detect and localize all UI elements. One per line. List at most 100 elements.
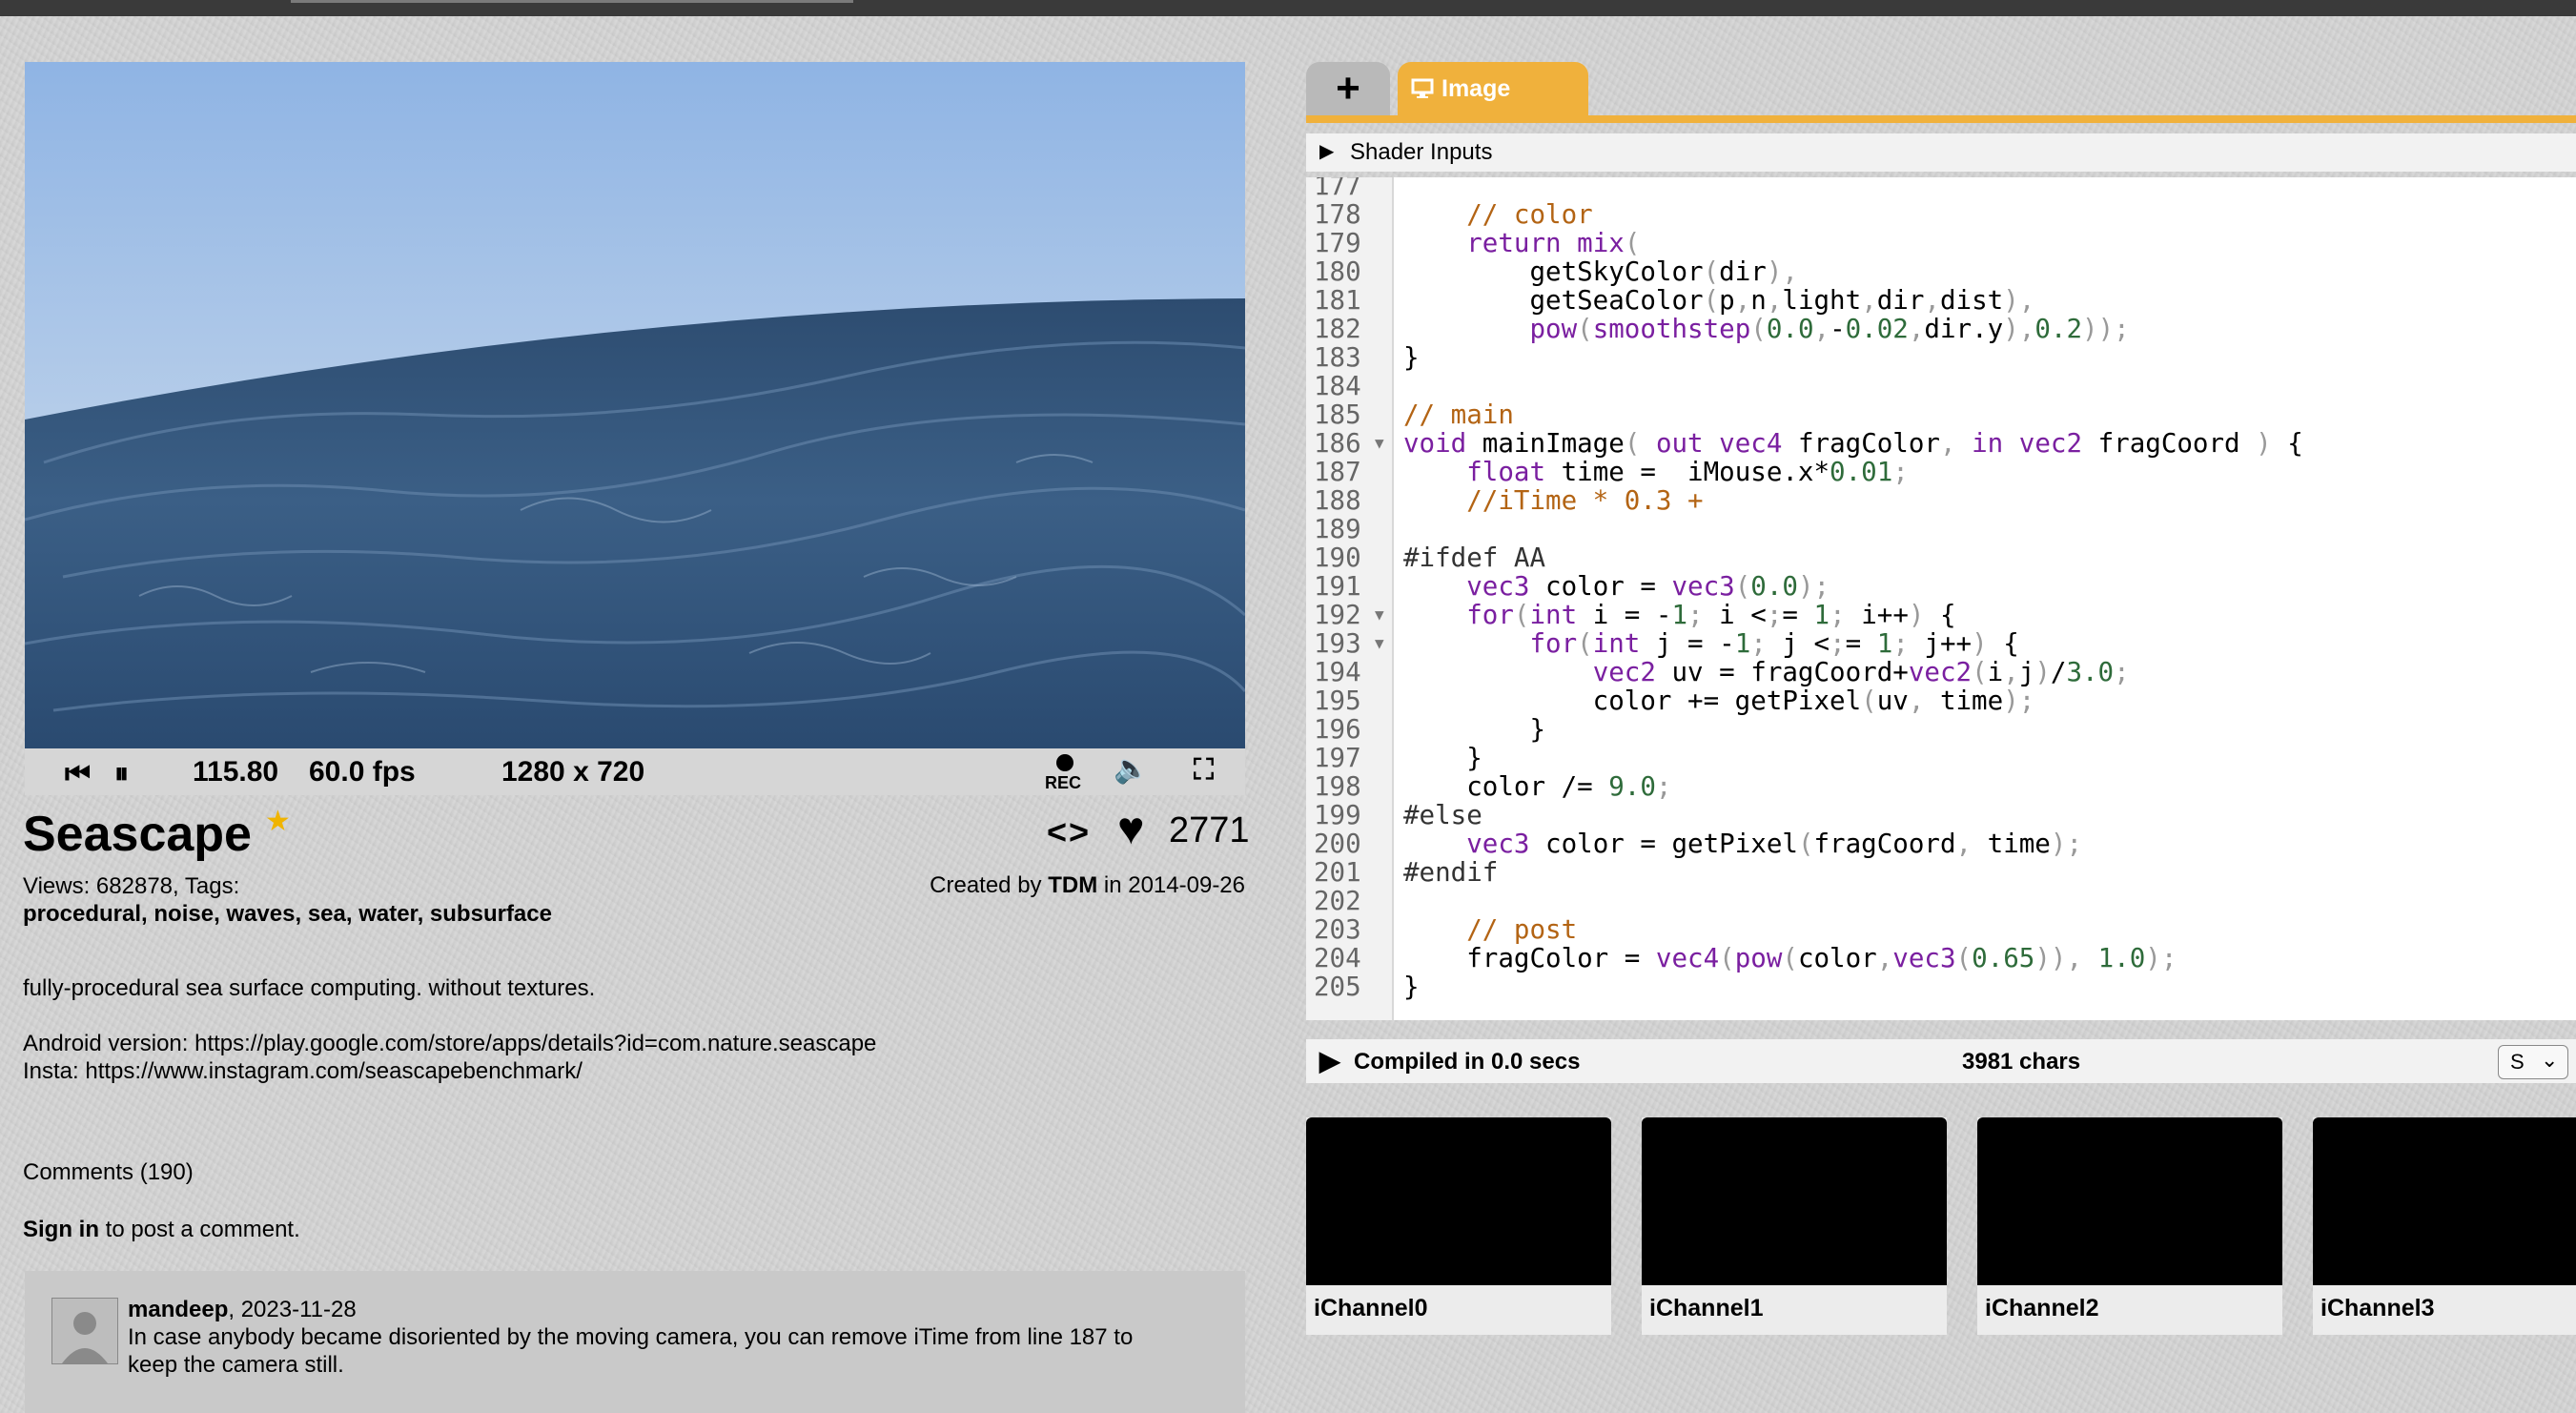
embed-code-icon[interactable]: <> xyxy=(1047,812,1091,852)
line-number: 187 xyxy=(1314,457,1361,487)
line-number: 203 xyxy=(1314,914,1361,945)
author-link[interactable]: TDM xyxy=(1048,872,1097,898)
channel-preview[interactable] xyxy=(2313,1117,2576,1285)
code-text: // post xyxy=(1403,914,1578,945)
code-text: } xyxy=(1403,743,1482,773)
fold-arrow-icon[interactable]: ▼ xyxy=(1375,629,1384,658)
insta-link[interactable]: Insta: https://www.instagram.com/seascap… xyxy=(23,1057,876,1085)
channel-preview[interactable] xyxy=(1306,1117,1611,1285)
avatar[interactable] xyxy=(51,1298,118,1364)
add-tab-button[interactable]: + xyxy=(1306,62,1390,117)
top-nav-bar xyxy=(0,0,2576,16)
line-number: 183 xyxy=(1314,342,1361,373)
created-prefix: Created by xyxy=(930,872,1042,898)
channel-preview[interactable] xyxy=(1977,1117,2282,1285)
line-number: 189 xyxy=(1314,514,1361,544)
code-text: for(int j = -1; j <;= 1; j++) { xyxy=(1529,628,2019,659)
code-text: color += getPixel(uv, time); xyxy=(1403,686,2035,716)
signin-suffix: to post a comment. xyxy=(99,1217,300,1242)
line-number: 192 xyxy=(1314,600,1361,630)
tab-image[interactable]: Image xyxy=(1398,62,1588,117)
signin-prompt: Sign in to post a comment. xyxy=(23,1217,300,1243)
line-number: 185 xyxy=(1314,399,1361,430)
channel-label: iChannel3 xyxy=(2320,1295,2435,1321)
favorite-star-icon[interactable]: ★ xyxy=(265,805,291,838)
line-number: 194 xyxy=(1314,657,1361,687)
comments-count: Comments (190) xyxy=(23,1159,194,1185)
rewind-icon[interactable]: ⏮ xyxy=(65,758,91,790)
line-number: 184 xyxy=(1314,371,1361,401)
tab-underline xyxy=(1306,115,2576,123)
record-icon xyxy=(1056,754,1073,771)
code-text: #ifdef AA xyxy=(1403,543,1546,573)
triangle-right-icon: ▶ xyxy=(1319,141,1335,162)
shader-inputs-toggle[interactable]: ▶ Shader Inputs xyxy=(1306,133,2576,172)
shader-title: Seascape xyxy=(23,807,252,862)
code-text: getSeaColor(p,n,light,dir,dist), xyxy=(1403,285,2035,316)
line-number: 181 xyxy=(1314,285,1361,316)
channel-slot-2[interactable]: iChannel2 xyxy=(1977,1117,2282,1335)
search-field-edge[interactable] xyxy=(291,0,853,3)
signin-link[interactable]: Sign in xyxy=(23,1217,99,1242)
code-text: //iTime * 0.3 + xyxy=(1403,485,1704,516)
code-text: #endif xyxy=(1403,857,1499,888)
code-text: void mainImage( out vec4 fragColor, in v… xyxy=(1403,428,2303,459)
time-readout: 115.80 xyxy=(193,756,279,788)
shader-inputs-label: Shader Inputs xyxy=(1350,139,1493,165)
line-number: 196 xyxy=(1314,714,1361,745)
code-text: // color xyxy=(1403,199,1593,230)
like-count: 2771 xyxy=(1169,810,1250,850)
comment-text: In case anybody became disoriented by th… xyxy=(128,1324,1134,1378)
code-text: // main xyxy=(1403,399,1514,430)
created-by: Created by TDM in 2014-09-26 xyxy=(930,872,1245,899)
shader-canvas[interactable] xyxy=(25,62,1245,748)
channel-preview[interactable] xyxy=(1642,1117,1947,1285)
channel-slot-0[interactable]: iChannel0 xyxy=(1306,1117,1611,1335)
code-text: } xyxy=(1403,342,1420,373)
pause-icon[interactable]: ⏸ xyxy=(114,758,129,790)
code-editor[interactable]: 177 178 // color 179 return mix(180 getSky… xyxy=(1306,177,2576,1020)
compile-status: Compiled in 0.0 secs xyxy=(1354,1049,1581,1075)
tag-link[interactable]: subsurface xyxy=(430,901,552,927)
tag-link[interactable]: procedural xyxy=(23,901,141,927)
code-text: color /= 9.0; xyxy=(1403,771,1672,802)
fullscreen-icon[interactable]: ⛶ xyxy=(1194,754,1214,787)
like-heart-icon[interactable]: ♥ xyxy=(1117,807,1145,852)
fps-readout: 60.0 fps xyxy=(309,756,416,788)
seascape-render xyxy=(25,62,1245,748)
player-controls: ⏮ ⏸ 115.80 60.0 fps 1280 x 720 REC 🔈 ⛶ xyxy=(25,748,1245,795)
channel-slot-3[interactable]: iChannel3 xyxy=(2313,1117,2576,1335)
char-count: 3981 chars xyxy=(1962,1049,2081,1075)
channel-label: iChannel0 xyxy=(1314,1295,1428,1321)
channel-label: iChannel1 xyxy=(1649,1295,1764,1321)
tag-link[interactable]: noise xyxy=(153,901,214,927)
record-button[interactable]: REC xyxy=(1045,752,1083,794)
code-text: for(int i = -1; i <;= 1; i++) { xyxy=(1466,600,1956,630)
channel-slot-1[interactable]: iChannel1 xyxy=(1642,1117,1947,1335)
line-number: 199 xyxy=(1314,800,1361,830)
fold-arrow-icon[interactable]: ▼ xyxy=(1375,429,1384,458)
code-text: } xyxy=(1403,972,1420,1002)
line-number: 201 xyxy=(1314,857,1361,888)
font-size-value: S xyxy=(2510,1050,2525,1074)
line-number: 204 xyxy=(1314,943,1361,973)
resolution-readout: 1280 x 720 xyxy=(501,756,645,788)
font-size-select[interactable]: S ⌄ xyxy=(2498,1045,2568,1079)
compile-play-icon[interactable]: ▶ xyxy=(1319,1045,1340,1076)
tag-link[interactable]: water xyxy=(358,901,417,927)
record-label: REC xyxy=(1045,773,1082,792)
line-number: 177 xyxy=(1314,177,1361,201)
android-link[interactable]: Android version: https://play.google.com… xyxy=(23,1030,876,1057)
tag-list: procedural, noise, waves, sea, water, su… xyxy=(23,901,552,927)
comment-user[interactable]: mandeep xyxy=(128,1297,228,1322)
volume-icon[interactable]: 🔈 xyxy=(1114,752,1149,786)
tag-link[interactable]: sea xyxy=(308,901,346,927)
fold-arrow-icon[interactable]: ▼ xyxy=(1375,601,1384,629)
code-text: return mix( xyxy=(1466,228,1641,258)
line-number: 198 xyxy=(1314,771,1361,802)
line-number: 191 xyxy=(1314,571,1361,602)
tag-link[interactable]: waves xyxy=(226,901,295,927)
code-text: fragColor = vec4(pow(color,vec3(0.65)), … xyxy=(1403,943,2177,973)
created-date: 2014-09-26 xyxy=(1128,872,1245,898)
code-text: float time = iMouse.x*0.01; xyxy=(1466,457,1909,487)
